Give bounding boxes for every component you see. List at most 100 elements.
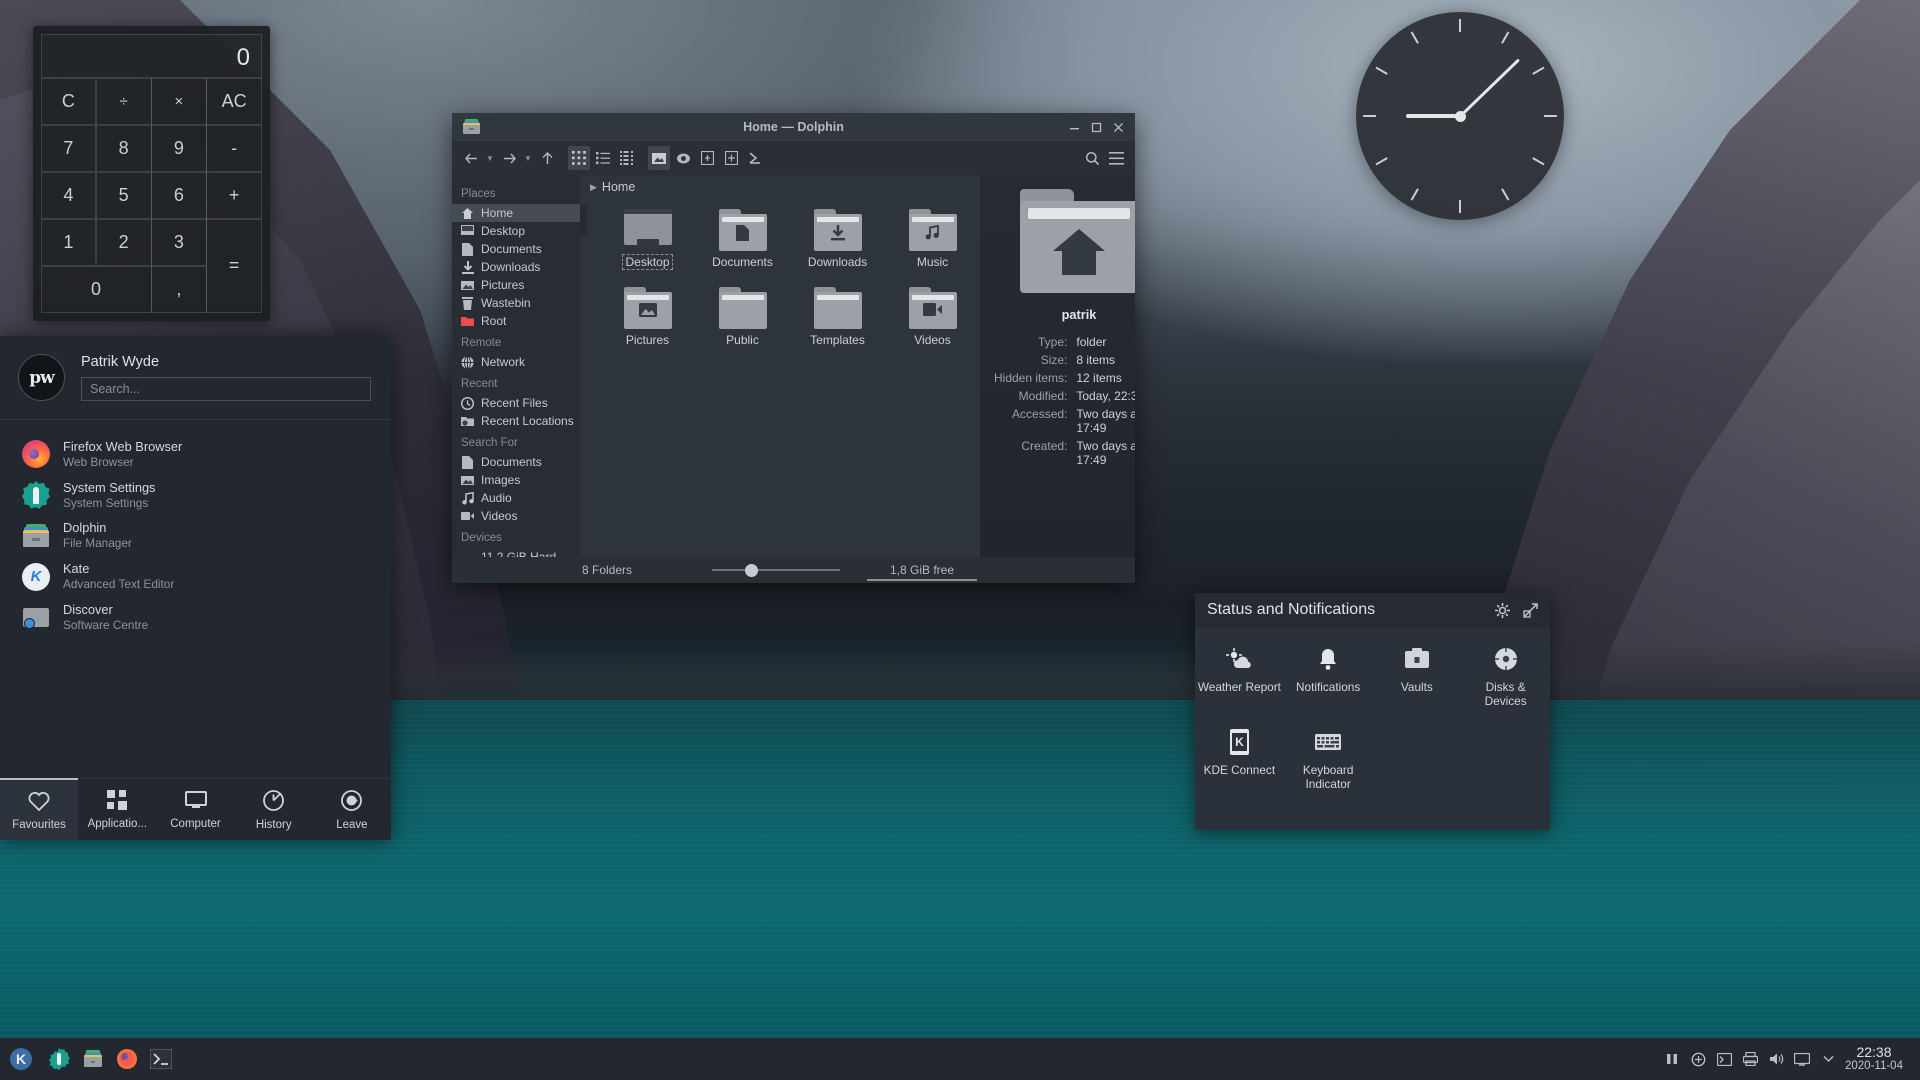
application-launcher[interactable]: pw Patrik Wyde Firefox Web Browser Web B… bbox=[0, 336, 391, 840]
breadcrumb-home[interactable]: Home bbox=[602, 180, 635, 194]
file-item-public[interactable]: Public bbox=[695, 287, 790, 365]
place-item-desktop[interactable]: Desktop bbox=[452, 222, 580, 240]
popup-body[interactable]: Weather Report Notifications Vaults Disk… bbox=[1195, 627, 1550, 830]
calc-key-clear[interactable]: C bbox=[40, 77, 97, 125]
place-item-recent-locations[interactable]: Recent Locations bbox=[452, 412, 580, 430]
calc-key-decimal[interactable]: , bbox=[151, 265, 207, 313]
place-item-root[interactable]: Root bbox=[452, 312, 580, 330]
search-icon[interactable] bbox=[1081, 146, 1103, 170]
icons-view-icon[interactable] bbox=[568, 146, 590, 170]
place-item-search-images[interactable]: Images bbox=[452, 471, 580, 489]
compact-view-icon[interactable] bbox=[616, 146, 638, 170]
calc-key-9[interactable]: 9 bbox=[151, 124, 207, 172]
dolphin-view-area[interactable]: ▶ Home Desktop Documents Downloads Music… bbox=[580, 175, 980, 557]
preview-icon[interactable] bbox=[648, 146, 670, 170]
status-notifications-popup[interactable]: Status and Notifications Weather Report bbox=[1195, 593, 1550, 830]
dolphin-window[interactable]: Home — Dolphin ▼ ▼ Places Home Desktop D… bbox=[452, 113, 1135, 583]
breadcrumb[interactable]: ▶ Home bbox=[580, 175, 980, 199]
split-view-icon[interactable] bbox=[696, 146, 718, 170]
display-icon[interactable] bbox=[1790, 1047, 1814, 1071]
calc-key-divide[interactable]: ÷ bbox=[95, 77, 152, 125]
applet-vaults[interactable]: Vaults bbox=[1373, 635, 1462, 718]
calc-key-equals[interactable]: = bbox=[206, 218, 262, 313]
chevron-down-icon[interactable]: ▼ bbox=[484, 154, 496, 163]
app-item-kate[interactable]: Kate Advanced Text Editor bbox=[0, 556, 391, 597]
calc-key-6[interactable]: 6 bbox=[151, 171, 207, 219]
window-buttons[interactable] bbox=[1063, 116, 1129, 138]
tab-history[interactable]: History bbox=[235, 779, 313, 840]
calc-key-all-clear[interactable]: AC bbox=[206, 77, 262, 125]
applet-weather-report[interactable]: Weather Report bbox=[1195, 635, 1284, 718]
hamburger-icon[interactable] bbox=[1105, 146, 1127, 170]
place-item-hard-drive[interactable]: 11,2 GiB Hard Drive bbox=[452, 548, 580, 557]
place-item-search-audio[interactable]: Audio bbox=[452, 489, 580, 507]
close-icon[interactable] bbox=[1107, 116, 1129, 138]
calc-key-minus[interactable]: - bbox=[206, 124, 262, 172]
new-folder-icon[interactable] bbox=[720, 146, 742, 170]
arrow-left-icon[interactable] bbox=[460, 146, 482, 170]
applet-kde-connect[interactable]: K KDE Connect bbox=[1195, 718, 1284, 801]
place-item-home[interactable]: Home bbox=[452, 204, 580, 222]
places-panel[interactable]: Places Home Desktop Documents Downloads bbox=[452, 175, 580, 557]
taskbar-panel[interactable]: K 22:38 2020-11-04 bbox=[0, 1038, 1920, 1080]
task-konsole[interactable] bbox=[144, 1038, 178, 1080]
minimize-icon[interactable] bbox=[1063, 116, 1085, 138]
task-firefox[interactable] bbox=[110, 1038, 144, 1080]
app-item-system-settings[interactable]: System Settings System Settings bbox=[0, 475, 391, 516]
place-item-search-documents[interactable]: Documents bbox=[452, 453, 580, 471]
tab-leave[interactable]: Leave bbox=[313, 779, 391, 840]
place-item-recent-files[interactable]: Recent Files bbox=[452, 394, 580, 412]
file-item-documents[interactable]: Documents bbox=[695, 209, 790, 287]
app-item-firefox[interactable]: Firefox Web Browser Web Browser bbox=[0, 434, 391, 475]
calc-key-7[interactable]: 7 bbox=[40, 124, 97, 172]
chevron-down-icon[interactable] bbox=[1816, 1047, 1840, 1071]
app-item-dolphin[interactable]: Dolphin File Manager bbox=[0, 515, 391, 556]
media-icon[interactable] bbox=[1660, 1047, 1684, 1071]
file-item-downloads[interactable]: Downloads bbox=[790, 209, 885, 287]
speaker-icon[interactable] bbox=[1764, 1047, 1788, 1071]
calc-key-3[interactable]: 3 bbox=[151, 218, 207, 266]
applet-disks-devices[interactable]: Disks & Devices bbox=[1461, 635, 1550, 718]
calc-key-2[interactable]: 2 bbox=[95, 218, 152, 266]
file-item-desktop[interactable]: Desktop bbox=[600, 209, 695, 287]
analog-clock-widget[interactable] bbox=[1356, 12, 1564, 220]
file-item-videos[interactable]: Videos bbox=[885, 287, 980, 365]
clipboard-icon[interactable] bbox=[1686, 1047, 1710, 1071]
task-system-settings[interactable] bbox=[42, 1038, 76, 1080]
app-item-discover[interactable]: Discover Software Centre bbox=[0, 597, 391, 638]
calc-key-5[interactable]: 5 bbox=[95, 171, 152, 219]
search-input[interactable] bbox=[81, 377, 371, 401]
printer-icon[interactable] bbox=[1738, 1047, 1762, 1071]
applet-keyboard-indicator[interactable]: Keyboard Indicator bbox=[1284, 718, 1373, 801]
dolphin-titlebar[interactable]: Home — Dolphin bbox=[452, 113, 1135, 141]
applet-grid[interactable]: Weather Report Notifications Vaults Disk… bbox=[1195, 635, 1550, 801]
chevron-down-icon[interactable]: ▼ bbox=[522, 154, 534, 163]
eye-icon[interactable] bbox=[672, 146, 694, 170]
terminal-icon[interactable] bbox=[1712, 1047, 1736, 1071]
tab-computer[interactable]: Computer bbox=[156, 779, 234, 840]
file-item-music[interactable]: Music bbox=[885, 209, 980, 287]
system-tray[interactable]: 22:38 2020-11-04 bbox=[1660, 1044, 1920, 1073]
details-view-icon[interactable] bbox=[592, 146, 614, 170]
calc-key-0[interactable]: 0 bbox=[40, 265, 152, 313]
arrow-up-icon[interactable] bbox=[536, 146, 558, 170]
dolphin-toolbar[interactable]: ▼ ▼ bbox=[452, 141, 1135, 175]
calc-key-1[interactable]: 1 bbox=[40, 218, 97, 266]
file-item-pictures[interactable]: Pictures bbox=[600, 287, 695, 365]
avatar[interactable]: pw bbox=[18, 354, 65, 401]
favourites-app-list[interactable]: Firefox Web Browser Web Browser System S… bbox=[0, 420, 391, 778]
calc-key-multiply[interactable]: × bbox=[151, 77, 207, 125]
file-icon-view[interactable]: Desktop Documents Downloads Music Pictur… bbox=[580, 199, 980, 557]
tab-favourites[interactable]: Favourites bbox=[0, 778, 79, 840]
place-item-wastebin[interactable]: Wastebin bbox=[452, 294, 580, 312]
arrow-right-icon[interactable] bbox=[498, 146, 520, 170]
slider-handle[interactable] bbox=[745, 563, 758, 577]
launcher-tabs[interactable]: Favourites Applicatio... Computer Histor… bbox=[0, 778, 391, 840]
calculator-keypad[interactable]: C ÷ × AC 7 8 9 - 4 5 6 + 1 2 3 = 0 , bbox=[40, 77, 262, 313]
applet-notifications[interactable]: Notifications bbox=[1284, 635, 1373, 718]
kickoff-launcher-button[interactable]: K bbox=[0, 1038, 42, 1080]
scrollbar[interactable] bbox=[580, 205, 587, 235]
file-item-templates[interactable]: Templates bbox=[790, 287, 885, 365]
pin-icon[interactable] bbox=[1520, 600, 1540, 620]
place-item-pictures[interactable]: Pictures bbox=[452, 276, 580, 294]
